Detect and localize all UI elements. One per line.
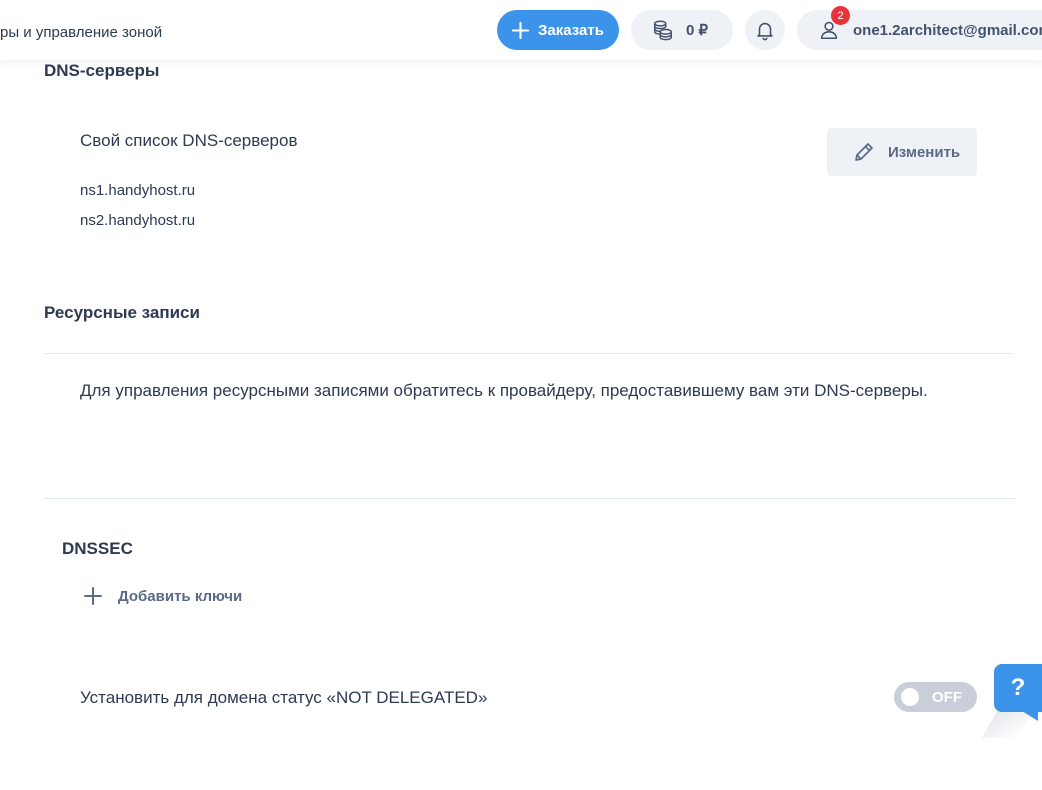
divider bbox=[44, 498, 1015, 499]
edit-dns-button-label: Изменить bbox=[888, 143, 961, 161]
help-icon: ? bbox=[1010, 674, 1026, 701]
resource-records-title: Ресурсные записи bbox=[44, 303, 200, 322]
plus-icon bbox=[84, 587, 102, 605]
toggle-knob bbox=[901, 688, 919, 706]
not-delegated-toggle[interactable]: OFF bbox=[894, 682, 977, 712]
add-keys-button[interactable]: Добавить ключи bbox=[83, 584, 242, 608]
balance-value: 0 ₽ bbox=[686, 22, 709, 39]
pencil-icon bbox=[855, 143, 873, 161]
account-email: one1.2architect@gmail.com bbox=[853, 21, 1042, 39]
breadcrumb: ры и управление зоной bbox=[0, 24, 163, 41]
help-bubble-tail bbox=[1022, 711, 1038, 721]
coins-icon bbox=[654, 20, 672, 41]
not-delegated-label: Установить для домена статус «NOT DELEGA… bbox=[80, 688, 488, 707]
divider bbox=[44, 353, 1013, 354]
toggle-state-label: OFF bbox=[932, 689, 962, 706]
bell-icon bbox=[757, 22, 773, 41]
top-bar: ры и управление зоной Заказать 0 ₽ 2 one… bbox=[0, 0, 1042, 60]
balance-button[interactable]: 0 ₽ bbox=[631, 10, 733, 50]
notifications-button[interactable] bbox=[745, 10, 785, 50]
dnssec-title: DNSSEC bbox=[62, 539, 133, 558]
dns-server-item: ns2.handyhost.ru bbox=[80, 212, 196, 229]
order-button-label: Заказать bbox=[538, 21, 604, 39]
add-keys-label: Добавить ключи bbox=[118, 587, 243, 605]
dns-servers-title: DNS-серверы bbox=[44, 61, 160, 80]
dns-servers-subtitle: Свой список DNS-серверов bbox=[80, 131, 298, 150]
resource-records-message: Для управления ресурсными записями обрат… bbox=[80, 381, 928, 400]
help-button[interactable]: ? bbox=[994, 664, 1042, 712]
plus-icon bbox=[511, 21, 530, 39]
dns-server-item: ns1.handyhost.ru bbox=[80, 182, 196, 199]
notification-badge: 2 bbox=[831, 6, 850, 25]
account-button[interactable]: 2 one1.2architect@gmail.com bbox=[797, 6, 1042, 50]
order-button[interactable]: Заказать bbox=[497, 10, 619, 50]
edit-dns-button[interactable]: Изменить bbox=[827, 128, 977, 176]
